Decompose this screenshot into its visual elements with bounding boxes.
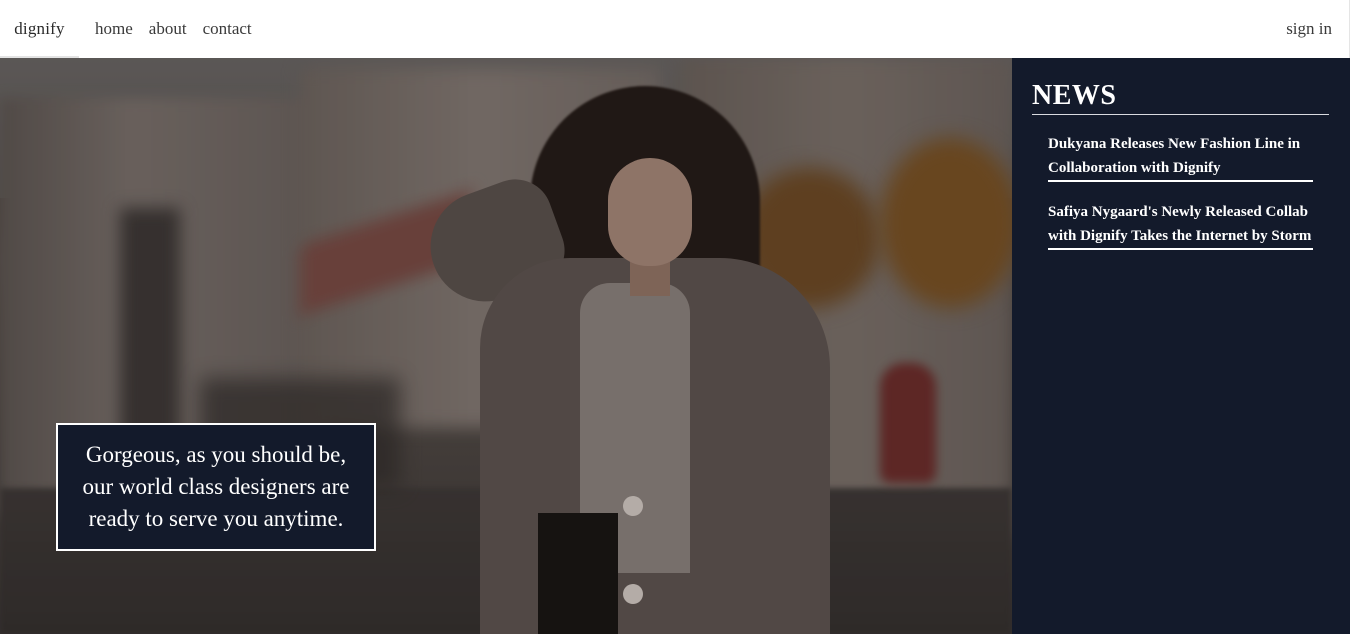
nav-link-home[interactable]: home bbox=[95, 19, 133, 39]
news-list: Dukyana Releases New Fashion Line in Col… bbox=[1048, 132, 1313, 268]
brand-logo-link[interactable]: dignify bbox=[0, 0, 79, 58]
nav-link-contact[interactable]: contact bbox=[203, 19, 252, 39]
main-nav: home about contact bbox=[95, 0, 252, 58]
top-navbar: dignify home about contact sign in bbox=[0, 0, 1350, 58]
news-item-link[interactable]: Safiya Nygaard's Newly Released Collab w… bbox=[1048, 200, 1313, 250]
news-heading: NEWS bbox=[1032, 80, 1329, 115]
hero-caption-text: Gorgeous, as you should be, our world cl… bbox=[82, 442, 350, 531]
nav-link-about[interactable]: about bbox=[149, 19, 187, 39]
news-item-link[interactable]: Dukyana Releases New Fashion Line in Col… bbox=[1048, 132, 1313, 182]
sign-in-link[interactable]: sign in bbox=[1286, 0, 1332, 58]
news-panel: NEWS Dukyana Releases New Fashion Line i… bbox=[1012, 58, 1350, 634]
hero-caption-box: Gorgeous, as you should be, our world cl… bbox=[56, 423, 376, 551]
